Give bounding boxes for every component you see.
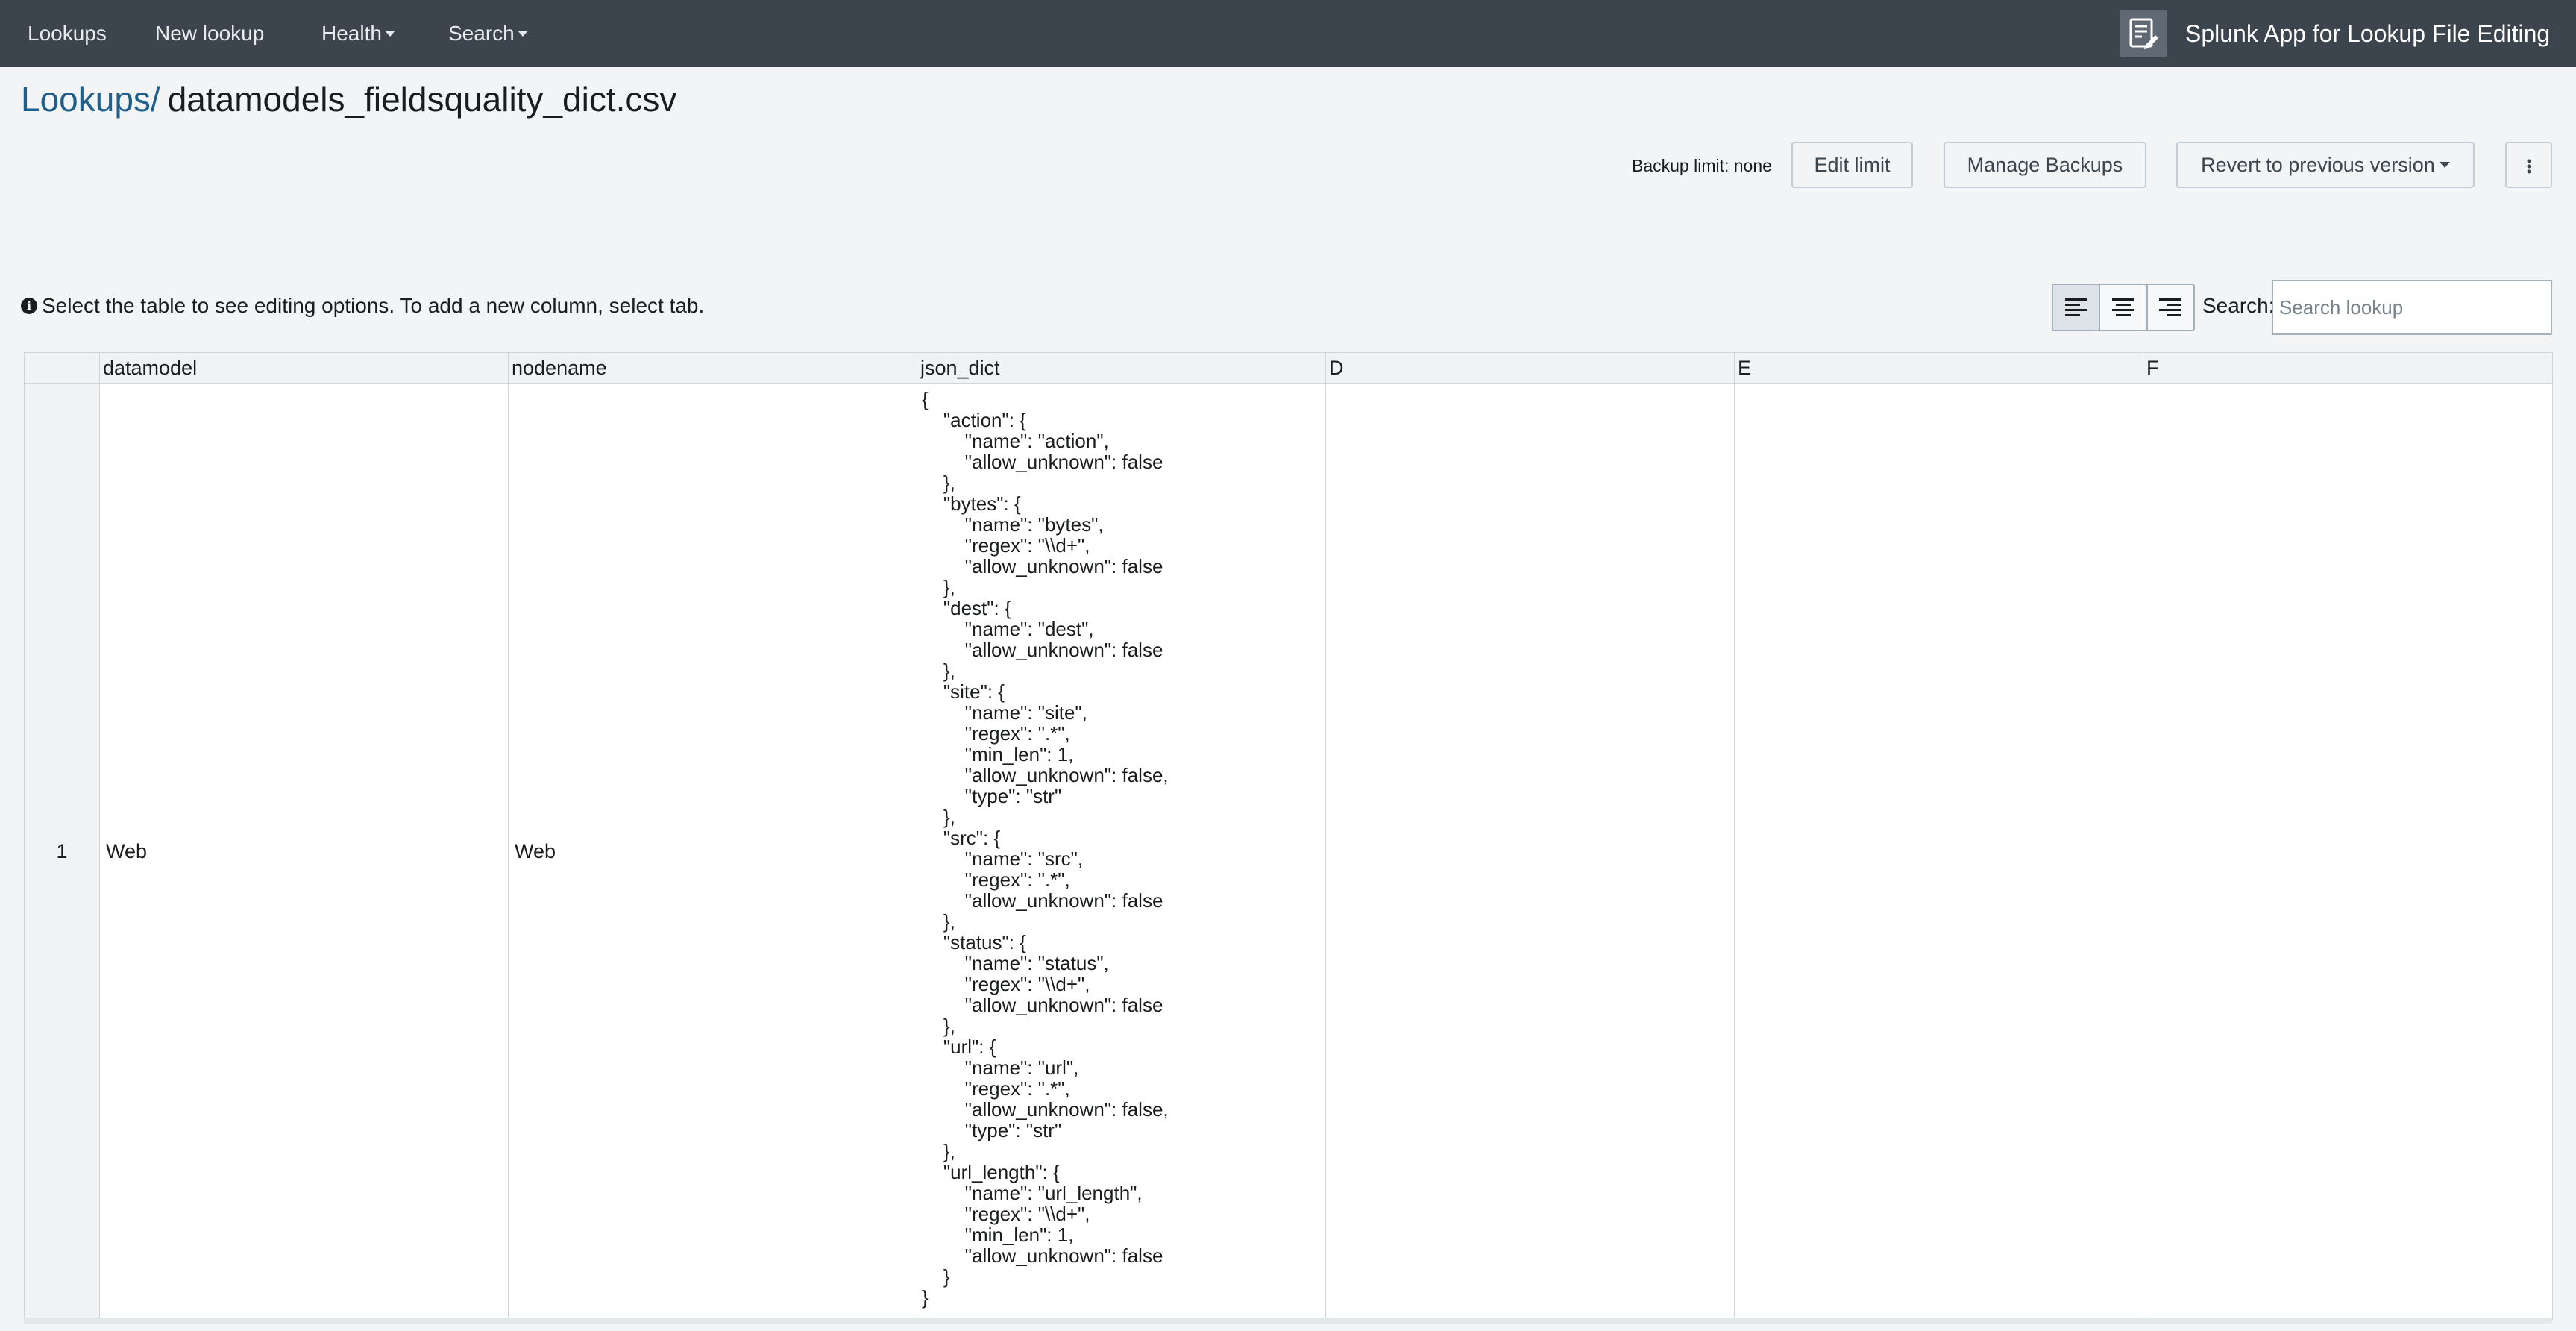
align-center-icon [2111,298,2134,316]
nav-new-lookup-label: New lookup [155,22,265,45]
nav-lookups[interactable]: Lookups [28,0,107,67]
nav-health-menu[interactable]: Health [321,0,395,67]
edit-limit-button[interactable]: Edit limit [1791,142,1913,188]
table-scrollbar[interactable] [24,1318,2552,1324]
column-header-f[interactable]: F [2143,352,2553,384]
manage-backups-button[interactable]: Manage Backups [1944,142,2146,188]
lookup-table[interactable]: datamodel nodename json_dict D E F 1 Web… [24,352,2553,1320]
align-left-button[interactable] [2053,285,2101,330]
cell-datamodel[interactable]: Web [99,383,509,1320]
column-header-nodename[interactable]: nodename [508,352,917,384]
info-message: i Select the table to see editing options… [21,291,704,321]
caret-down-icon [384,30,395,37]
caret-down-icon [2439,161,2450,168]
cell-e[interactable] [1734,383,2143,1320]
revert-version-label: Revert to previous version [2201,154,2435,176]
align-right-icon [2159,298,2182,316]
more-options-button[interactable] [2505,142,2552,188]
backup-limit-label: Backup limit: none [1632,156,1772,175]
cell-d[interactable] [1325,383,1735,1320]
align-right-button[interactable] [2148,285,2193,330]
table-header-row: datamodel nodename json_dict D E F [24,352,2553,384]
nav-health-label: Health [321,22,382,45]
column-header-d[interactable]: D [1325,352,1735,384]
nav-new-lookup[interactable]: New lookup [155,0,264,67]
lookup-editor-icon[interactable] [2120,10,2167,57]
cell-f[interactable] [2143,383,2553,1320]
corner-header[interactable] [24,352,100,384]
info-icon: i [21,297,37,314]
column-header-json-dict[interactable]: json_dict [917,352,1326,384]
alignment-button-group [2052,284,2195,331]
edit-limit-label: Edit limit [1814,154,1891,176]
cell-json-dict[interactable]: { "action": { "name": "action", "allow_u… [917,383,1326,1320]
manage-backups-label: Manage Backups [1967,154,2123,176]
search-input[interactable] [2272,280,2552,335]
nav-search-menu[interactable]: Search [448,0,528,67]
nav-search-label: Search [448,22,515,45]
page-title: datamodels_fieldsquality_dict.csv [167,80,677,119]
table-row: 1 Web Web { "action": { "name": "action"… [24,383,2553,1320]
caret-down-icon [517,30,528,37]
top-navbar: Lookups New lookup Health Search Splunk … [0,0,2576,67]
column-header-datamodel[interactable]: datamodel [99,352,509,384]
breadcrumb-lookups-link[interactable]: Lookups/ [21,80,160,119]
align-left-icon [2064,298,2087,316]
cell-nodename[interactable]: Web [508,383,917,1320]
app-title[interactable]: Splunk App for Lookup File Editing [2185,0,2550,67]
nav-lookups-label: Lookups [28,22,107,45]
row-number[interactable]: 1 [24,383,100,1320]
info-text: Select the table to see editing options.… [42,294,705,317]
revert-version-dropdown[interactable]: Revert to previous version [2176,142,2475,188]
more-vertical-icon [2527,159,2531,174]
align-center-button[interactable] [2100,285,2148,330]
search-label: Search: [2202,294,2275,317]
column-header-e[interactable]: E [1734,352,2143,384]
json-dict-value: { "action": { "name": "action", "allow_u… [922,388,1169,1309]
breadcrumb: Lookups/datamodels_fieldsquality_dict.cs… [21,75,676,124]
